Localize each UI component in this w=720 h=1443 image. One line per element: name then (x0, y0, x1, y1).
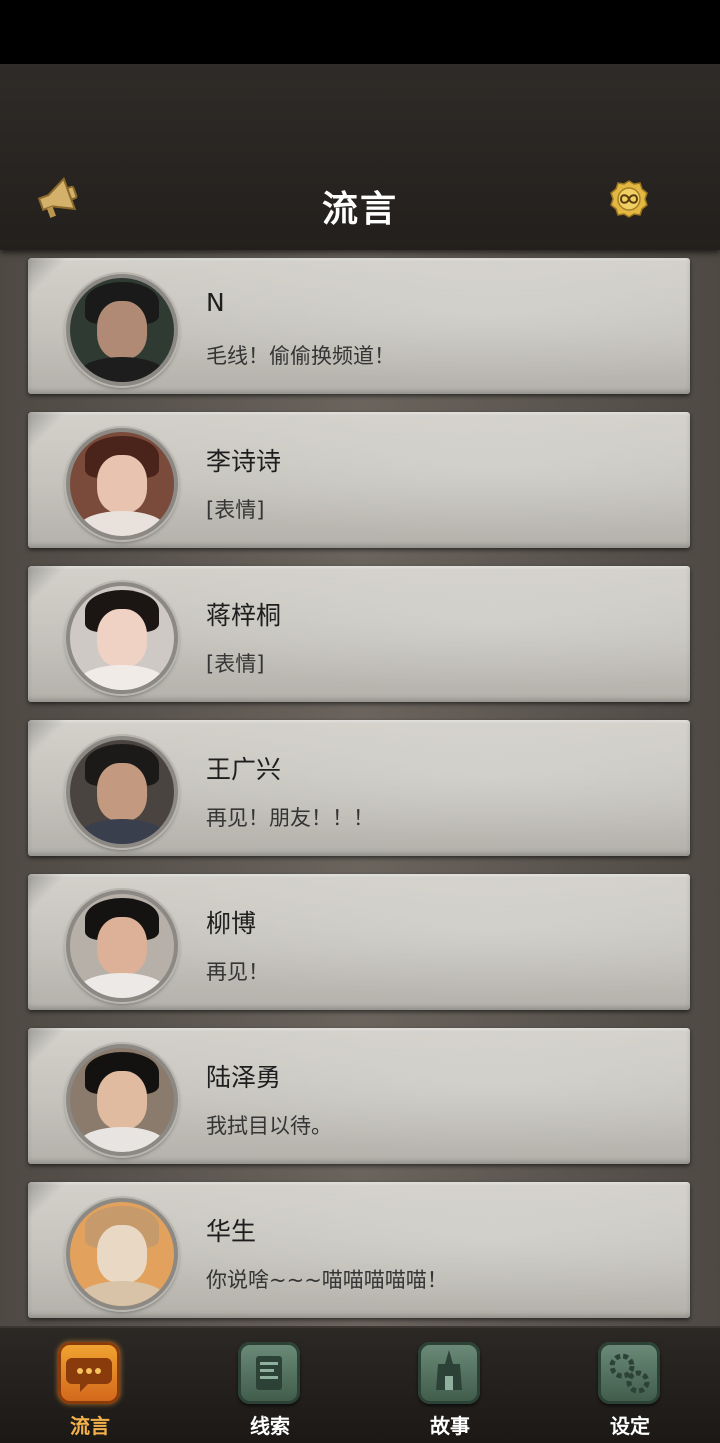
contact-name: 李诗诗 (206, 447, 282, 476)
tab-label: 流言 (70, 1414, 110, 1438)
infinity-coin-icon[interactable] (610, 180, 648, 218)
avatar (66, 890, 178, 1002)
temple-icon (418, 1342, 480, 1404)
tab-rumors[interactable]: 流言 (0, 1328, 180, 1443)
avatar (66, 1198, 178, 1310)
tab-label: 设定 (610, 1414, 650, 1438)
contact-name: 蒋梓桐 (206, 601, 282, 630)
contact-name: N (206, 288, 225, 317)
status-bar (0, 0, 720, 64)
last-message: [表情] (206, 652, 265, 676)
avatar (66, 274, 178, 386)
tab-settings[interactable]: 设定 (540, 1328, 720, 1443)
contact-card[interactable]: 柳博 再见！ (28, 874, 690, 1010)
contact-name: 华生 (206, 1217, 257, 1246)
last-message: 你说啥~~~喵喵喵喵喵！ (206, 1268, 448, 1292)
scroll-icon (238, 1342, 300, 1404)
avatar (66, 582, 178, 694)
contact-name: 柳博 (206, 909, 257, 938)
contact-name: 王广兴 (206, 755, 282, 784)
avatar (66, 1044, 178, 1156)
last-message: 毛线！偷偷换频道！ (206, 344, 395, 368)
contact-card[interactable]: N 毛线！偷偷换频道！ (28, 258, 690, 394)
last-message: 再见！朋友！！！ (206, 806, 374, 830)
last-message: 我拭目以待。 (206, 1114, 332, 1138)
last-message: 再见！ (206, 960, 269, 984)
contact-card[interactable]: 陆泽勇 我拭目以待。 (28, 1028, 690, 1164)
gears-icon (598, 1342, 660, 1404)
tab-label: 故事 (430, 1414, 470, 1438)
contact-name: 陆泽勇 (206, 1063, 282, 1092)
rumor-list[interactable]: N 毛线！偷偷换频道！ 李诗诗 [表情] 蒋梓桐 [表情] 王广兴 再见！朋友！… (0, 250, 720, 1326)
tab-clues[interactable]: 线索 (180, 1328, 360, 1443)
contact-card[interactable]: 蒋梓桐 [表情] (28, 566, 690, 702)
contact-card[interactable]: 华生 你说啥~~~喵喵喵喵喵！ (28, 1182, 690, 1318)
last-message: [表情] (206, 498, 265, 522)
avatar (66, 428, 178, 540)
avatar (66, 736, 178, 848)
tab-label: 线索 (250, 1414, 290, 1438)
tab-story[interactable]: 故事 (360, 1328, 540, 1443)
header: 流言 (0, 64, 720, 250)
speech-bubble-icon (58, 1342, 120, 1404)
contact-card[interactable]: 王广兴 再见！朋友！！！ (28, 720, 690, 856)
bottom-tab-bar: 流言 线索 故事 设定 (0, 1326, 720, 1443)
contact-card[interactable]: 李诗诗 [表情] (28, 412, 690, 548)
